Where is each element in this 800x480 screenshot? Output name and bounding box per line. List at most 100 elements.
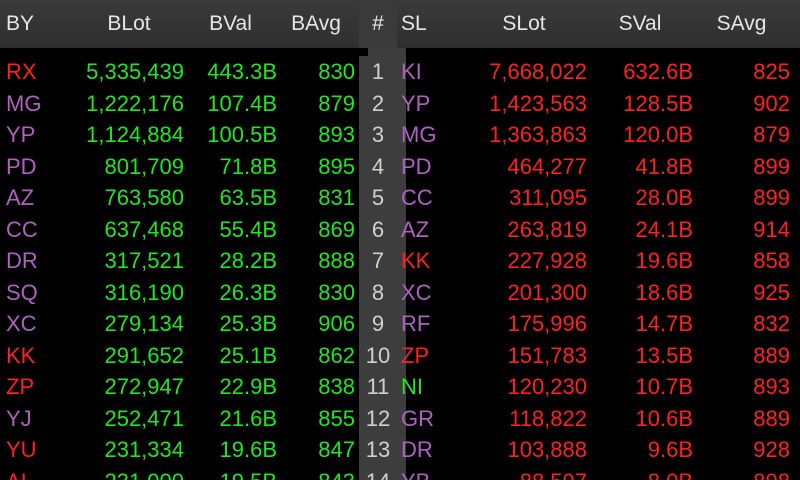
buyer-code[interactable]: YP: [0, 119, 74, 151]
seller-code[interactable]: KI: [397, 56, 461, 88]
sell-lot: 1,423,563: [489, 90, 587, 116]
rank-number: 5: [359, 182, 397, 214]
sell-value: 120.0B: [623, 122, 693, 147]
buyer-code[interactable]: AZ: [0, 182, 74, 214]
sell-average: 858: [753, 248, 790, 273]
header-blot[interactable]: BLot: [74, 0, 184, 48]
table-row[interactable]: CC 637,468 55.4B 869 6 AZ 263,819 24.1B 914: [0, 213, 800, 246]
sell-value: 18.6B: [635, 279, 694, 305]
buy-lot: 637,468: [104, 216, 184, 242]
header-savg[interactable]: SAvg: [693, 0, 800, 48]
sell-average: 899: [753, 153, 790, 179]
sell-lot: 118,822: [509, 405, 587, 431]
buyer-code[interactable]: YJ: [0, 403, 74, 435]
buy-average: 830: [318, 279, 355, 305]
rank-number: 3: [359, 119, 397, 151]
buy-lot: 1,222,176: [86, 90, 184, 116]
seller-code[interactable]: PD: [397, 151, 461, 183]
table-row[interactable]: XC 279,134 25.3B 906 9 RF 175,996 14.7B 832: [0, 308, 800, 340]
table-row[interactable]: YU 231,334 19.6B 847 13 DR 103,888 9.6B 928: [0, 434, 800, 466]
seller-code[interactable]: AZ: [397, 214, 461, 246]
header-bval[interactable]: BVal: [184, 0, 277, 48]
sell-value: 10.6B: [635, 405, 694, 431]
seller-code[interactable]: GR: [397, 403, 461, 435]
sell-lot: 1,363,863: [489, 122, 587, 147]
seller-code[interactable]: ZP: [397, 340, 461, 372]
buyer-code[interactable]: SQ: [0, 277, 74, 309]
buyer-code[interactable]: XC: [0, 308, 74, 340]
table-row[interactable]: ZP 272,947 22.9B 838 11 NI 120,230 10.7B 893: [0, 371, 800, 403]
seller-code[interactable]: CC: [397, 182, 461, 214]
sell-value: 19.6B: [635, 248, 694, 273]
table-row[interactable]: PD 801,709 71.8B 895 4 PD 464,277 41.8B 899: [0, 150, 800, 183]
sell-average: 879: [753, 122, 790, 147]
table-row[interactable]: DR 317,521 28.2B 888 7 KK 227,928 19.6B 858: [0, 245, 800, 277]
sell-average: 832: [753, 311, 790, 336]
sell-value: 8.0B: [587, 466, 693, 480]
table-row[interactable]: AZ 763,580 63.5B 831 5 CC 311,095 28.0B 899: [0, 182, 800, 214]
header-slot[interactable]: SLot: [461, 0, 587, 48]
broker-summary-screen: BY BLot BVal BAvg # SL SLot SVal SAvg RX…: [0, 0, 800, 480]
buy-value: 25.3B: [219, 311, 278, 336]
buy-average: 888: [318, 248, 355, 273]
table-row[interactable]: MG 1,222,176 107.4B 879 2 YP 1,423,563 128.5B 90…: [0, 87, 800, 120]
sell-lot: 151,783: [507, 342, 587, 368]
sell-average: 889: [753, 405, 790, 431]
header-bavg[interactable]: BAvg: [277, 0, 359, 48]
seller-code[interactable]: YP: [397, 88, 461, 120]
table-row[interactable]: SQ 316,190 26.3B 830 8 XC 201,300 18.6B 925: [0, 276, 800, 309]
buy-average: 879: [318, 90, 355, 116]
buyer-code[interactable]: MG: [0, 88, 74, 120]
buy-average: 906: [318, 311, 355, 336]
sell-lot: 103,888: [507, 437, 587, 462]
buy-lot: 279,134: [104, 311, 184, 336]
buy-average: 838: [318, 374, 355, 399]
buyer-code[interactable]: CC: [0, 214, 74, 246]
table-row[interactable]: RX 5,335,439 443.3B 830 1 KI 7,668,022 632.6B 82…: [0, 56, 800, 88]
sell-average: 889: [753, 342, 790, 368]
seller-code[interactable]: XC: [397, 277, 461, 309]
broker-table-body: RX 5,335,439 443.3B 830 1 KI 7,668,022 632.6B 82…: [0, 56, 800, 480]
buy-average: 847: [318, 437, 355, 462]
seller-code[interactable]: RF: [397, 308, 461, 340]
sell-value: 28.0B: [635, 185, 694, 210]
buy-value: 55.4B: [219, 216, 278, 242]
table-row[interactable]: YJ 252,471 21.6B 855 12 GR 118,822 10.6B 889: [0, 402, 800, 435]
seller-code[interactable]: KK: [397, 245, 461, 277]
sell-lot: 263,819: [507, 216, 587, 242]
table-row[interactable]: KK 291,652 25.1B 862 10 ZP 151,783 13.5B 889: [0, 339, 800, 372]
header-sl[interactable]: SL: [397, 0, 461, 48]
rank-number: 4: [359, 150, 397, 182]
buyer-code[interactable]: AI: [0, 466, 74, 480]
buy-value: 22.9B: [219, 374, 278, 399]
rank-number: 2: [359, 87, 397, 119]
sell-value: 128.5B: [623, 90, 693, 116]
buyer-code[interactable]: DR: [0, 245, 74, 277]
header-by[interactable]: BY: [0, 0, 74, 48]
table-header: BY BLot BVal BAvg # SL SLot SVal SAvg: [0, 0, 800, 48]
buy-value: 25.1B: [219, 342, 278, 368]
table-row[interactable]: AI231,00019.5B84314YB88,5978.0B898: [0, 465, 800, 480]
seller-code[interactable]: DR: [397, 434, 461, 466]
buy-lot: 291,652: [104, 342, 184, 368]
seller-code[interactable]: YB: [397, 466, 461, 480]
buyer-code[interactable]: RX: [0, 56, 74, 88]
header-sval[interactable]: SVal: [587, 0, 693, 48]
sell-lot: 201,300: [507, 279, 587, 305]
buy-lot: 272,947: [104, 374, 184, 399]
buy-average: 830: [318, 59, 355, 84]
header-rank[interactable]: #: [359, 0, 397, 48]
seller-code[interactable]: NI: [397, 371, 461, 403]
rank-number: 9: [359, 308, 397, 340]
buyer-code[interactable]: PD: [0, 151, 74, 183]
seller-code[interactable]: MG: [397, 119, 461, 151]
buy-value: 21.6B: [219, 405, 278, 431]
sell-value: 13.5B: [635, 342, 694, 368]
buy-value: 26.3B: [219, 279, 278, 305]
buyer-code[interactable]: ZP: [0, 371, 74, 403]
sell-lot: 120,230: [507, 374, 587, 399]
buyer-code[interactable]: KK: [0, 340, 74, 372]
buy-value: 71.8B: [219, 153, 278, 179]
table-row[interactable]: YP 1,124,884 100.5B 893 3 MG 1,363,863 120.0B 87…: [0, 119, 800, 151]
buyer-code[interactable]: YU: [0, 434, 74, 466]
